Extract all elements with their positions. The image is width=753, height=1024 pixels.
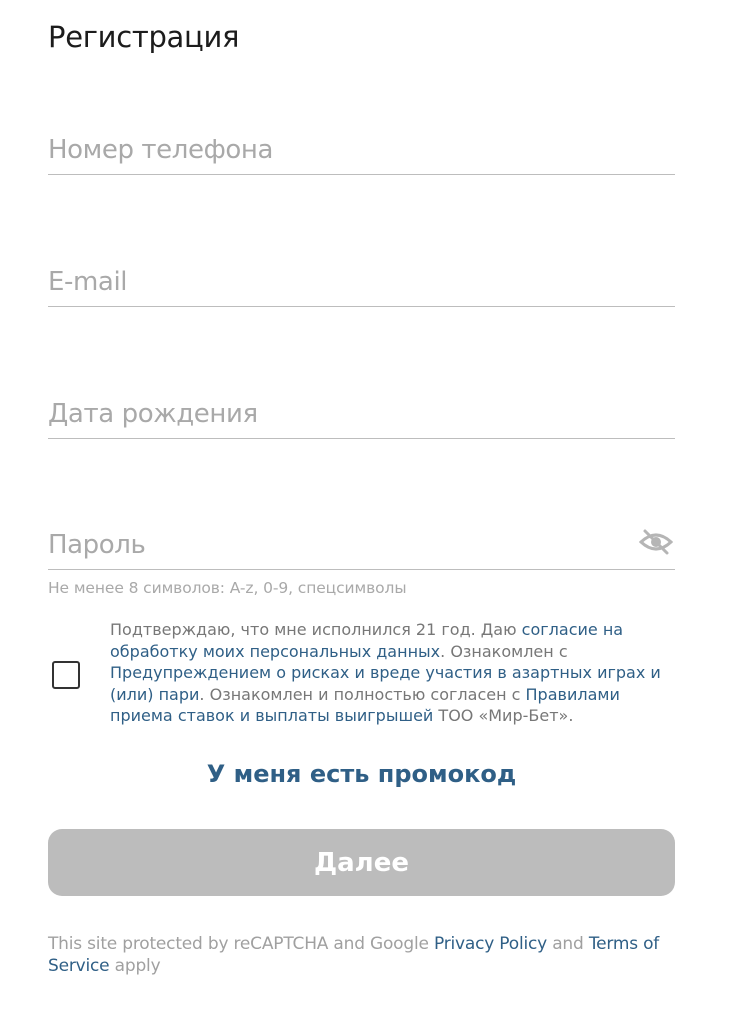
recaptcha-text-part: This site protected by reCAPTCHA and Goo… — [48, 934, 434, 954]
consent-checkbox[interactable] — [52, 661, 80, 689]
consent-text: Подтверждаю, что мне исполнился 21 год. … — [110, 619, 680, 727]
phone-field-wrapper — [48, 126, 675, 175]
eye-slash-icon[interactable] — [638, 527, 674, 557]
birthdate-input[interactable] — [48, 390, 675, 438]
next-button[interactable]: Далее — [48, 829, 675, 896]
password-field-wrapper — [48, 521, 675, 570]
birthdate-field-wrapper — [48, 390, 675, 439]
password-input[interactable] — [48, 521, 628, 569]
email-field-wrapper — [48, 258, 675, 307]
recaptcha-text-part: apply — [109, 956, 161, 976]
promo-code-link[interactable]: У меня есть промокод — [0, 760, 723, 788]
consent-text-part: . Ознакомлен с — [440, 641, 568, 661]
privacy-policy-link[interactable]: Privacy Policy — [434, 934, 547, 954]
consent-text-part: Подтверждаю, что мне исполнился 21 год. … — [110, 620, 522, 639]
recaptcha-text-part: and — [547, 934, 589, 954]
page-title: Регистрация — [48, 20, 240, 54]
password-hint: Не менее 8 символов: A-z, 0-9, спецсимво… — [48, 579, 407, 597]
email-input[interactable] — [48, 258, 675, 306]
consent-text-part: ТОО «Мир-Бет». — [433, 706, 574, 725]
consent-text-part: . Ознакомлен и полностью согласен с — [199, 684, 526, 704]
recaptcha-notice: This site protected by reCAPTCHA and Goo… — [48, 933, 688, 977]
phone-input[interactable] — [48, 126, 675, 174]
